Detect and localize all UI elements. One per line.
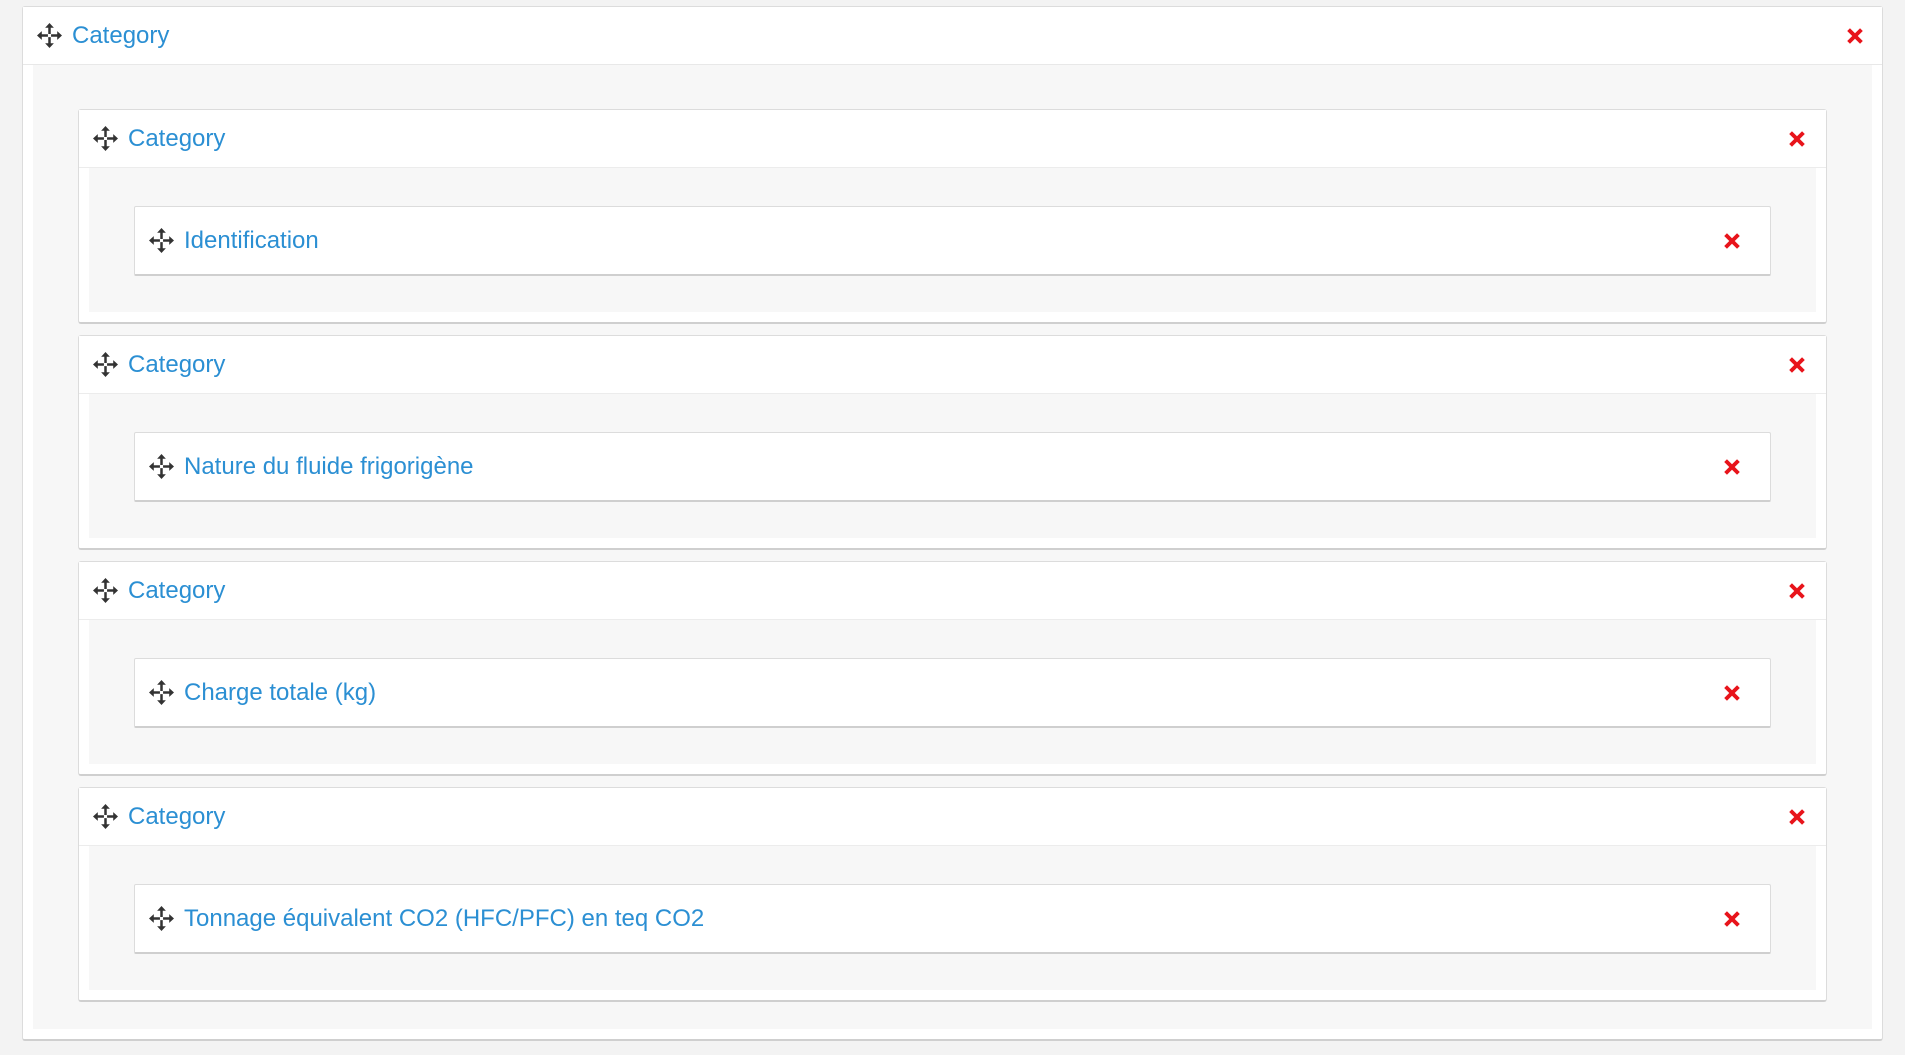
move-arrows-icon[interactable]	[149, 454, 174, 479]
category-body: Tonnage équivalent CO2 (HFC/PFC) en teq …	[89, 846, 1816, 990]
field-label[interactable]: Identification	[184, 228, 319, 253]
category-header: Category	[79, 110, 1826, 168]
move-arrows-icon[interactable]	[37, 23, 62, 48]
field-label[interactable]: Charge totale (kg)	[184, 680, 376, 705]
category-panel: Category Tonnage équivalent CO2 (HFC/PFC…	[78, 787, 1827, 1002]
move-arrows-icon[interactable]	[149, 906, 174, 931]
close-x-icon[interactable]	[1721, 230, 1743, 252]
close-x-icon[interactable]	[1721, 456, 1743, 478]
field-item: Identification	[134, 206, 1771, 276]
category-body: Nature du fluide frigorigène	[89, 394, 1816, 538]
category-body: Charge totale (kg)	[89, 620, 1816, 764]
field-item: Tonnage équivalent CO2 (HFC/PFC) en teq …	[134, 884, 1771, 954]
category-title[interactable]: Category	[128, 804, 225, 829]
move-arrows-icon[interactable]	[149, 228, 174, 253]
category-header: Category	[79, 562, 1826, 620]
root-category-title[interactable]: Category	[72, 23, 169, 48]
move-arrows-icon[interactable]	[93, 804, 118, 829]
move-arrows-icon[interactable]	[93, 352, 118, 377]
field-item: Charge totale (kg)	[134, 658, 1771, 728]
move-arrows-icon[interactable]	[93, 126, 118, 151]
close-x-icon[interactable]	[1844, 25, 1866, 47]
move-arrows-icon[interactable]	[149, 680, 174, 705]
category-header: Category	[79, 336, 1826, 394]
move-arrows-icon[interactable]	[93, 578, 118, 603]
category-header: Category	[79, 788, 1826, 846]
category-title[interactable]: Category	[128, 126, 225, 151]
root-category-header: Category	[23, 7, 1882, 65]
category-title[interactable]: Category	[128, 352, 225, 377]
root-category-panel: Category Category Identification Categor…	[22, 6, 1883, 1041]
category-body: Identification	[89, 168, 1816, 312]
category-panel: Category Charge totale (kg)	[78, 561, 1827, 776]
field-label[interactable]: Nature du fluide frigorigène	[184, 454, 474, 479]
category-title[interactable]: Category	[128, 578, 225, 603]
field-label[interactable]: Tonnage équivalent CO2 (HFC/PFC) en teq …	[184, 906, 704, 931]
close-x-icon[interactable]	[1721, 682, 1743, 704]
close-x-icon[interactable]	[1786, 354, 1808, 376]
close-x-icon[interactable]	[1721, 908, 1743, 930]
close-x-icon[interactable]	[1786, 806, 1808, 828]
close-x-icon[interactable]	[1786, 580, 1808, 602]
field-item: Nature du fluide frigorigène	[134, 432, 1771, 502]
close-x-icon[interactable]	[1786, 128, 1808, 150]
category-panel: Category Identification	[78, 109, 1827, 324]
root-category-body: Category Identification Category Nature …	[33, 65, 1872, 1029]
category-panel: Category Nature du fluide frigorigène	[78, 335, 1827, 550]
